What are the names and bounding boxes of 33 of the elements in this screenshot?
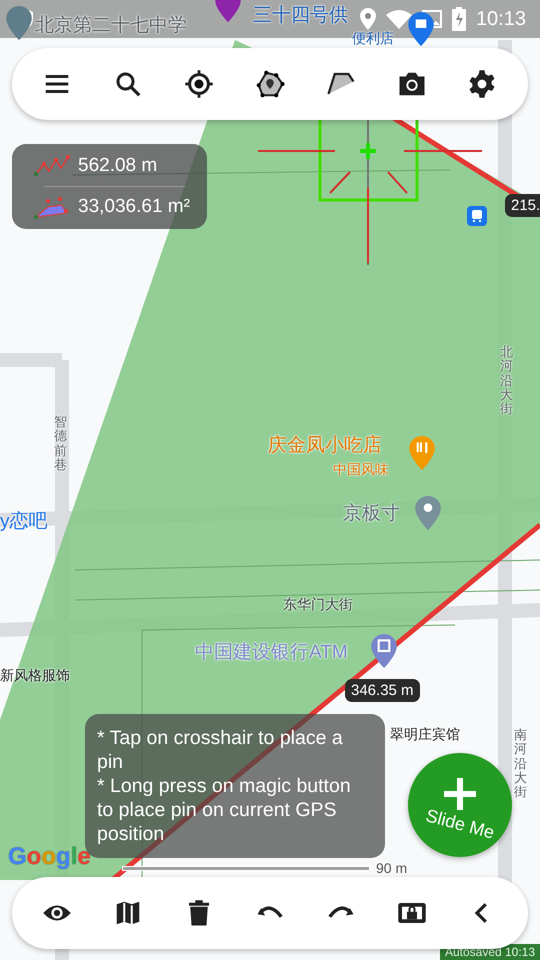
map-label: 三十四号供	[253, 6, 348, 27]
street-label: 北河沿大街	[500, 345, 513, 416]
map-label: 中国建设银行ATM	[195, 643, 348, 664]
plus-icon	[442, 776, 478, 812]
battery-charging-icon	[452, 7, 466, 31]
street-label: 南河沿大街	[514, 728, 527, 800]
wifi-icon	[386, 9, 412, 29]
distance-label: 215.	[505, 194, 540, 217]
gps-target-icon	[184, 69, 214, 99]
map-label: 新风格服饰	[0, 668, 70, 684]
map-label: 庆金凤小吃店	[268, 436, 382, 457]
map-label: 北京第二十七中学	[35, 16, 187, 37]
map-label: 便利店	[352, 31, 394, 46]
path-length-icon	[34, 154, 70, 178]
hint-text: * Tap on crosshair to place a pin	[97, 726, 344, 774]
map-label: 京板寸	[343, 504, 400, 525]
distance-value: 562.08 m	[78, 155, 158, 177]
map-label: 中国风味	[333, 462, 389, 478]
status-time: 10:13	[476, 8, 526, 30]
street-label: 智德前巷	[54, 415, 67, 472]
polygon-pin-icon	[254, 69, 285, 99]
hint-text: * Long press on magic button to place pin on current GPS position	[97, 774, 352, 846]
scale-label: 90 m	[376, 860, 408, 876]
map-label: y恋吧	[0, 512, 48, 533]
map-label: 东华门大街	[283, 597, 353, 612]
area-value: 33,036.61 m²	[78, 196, 190, 218]
distance-label: 346.35 m	[345, 679, 420, 702]
map-attribution-logo: Google	[8, 843, 91, 871]
settings-icon	[467, 69, 498, 99]
area-icon	[34, 195, 70, 219]
map-label: 翠明庄宾馆	[390, 727, 460, 742]
location-icon	[360, 8, 376, 30]
slide-me-button[interactable]: Slide Me	[408, 753, 512, 857]
